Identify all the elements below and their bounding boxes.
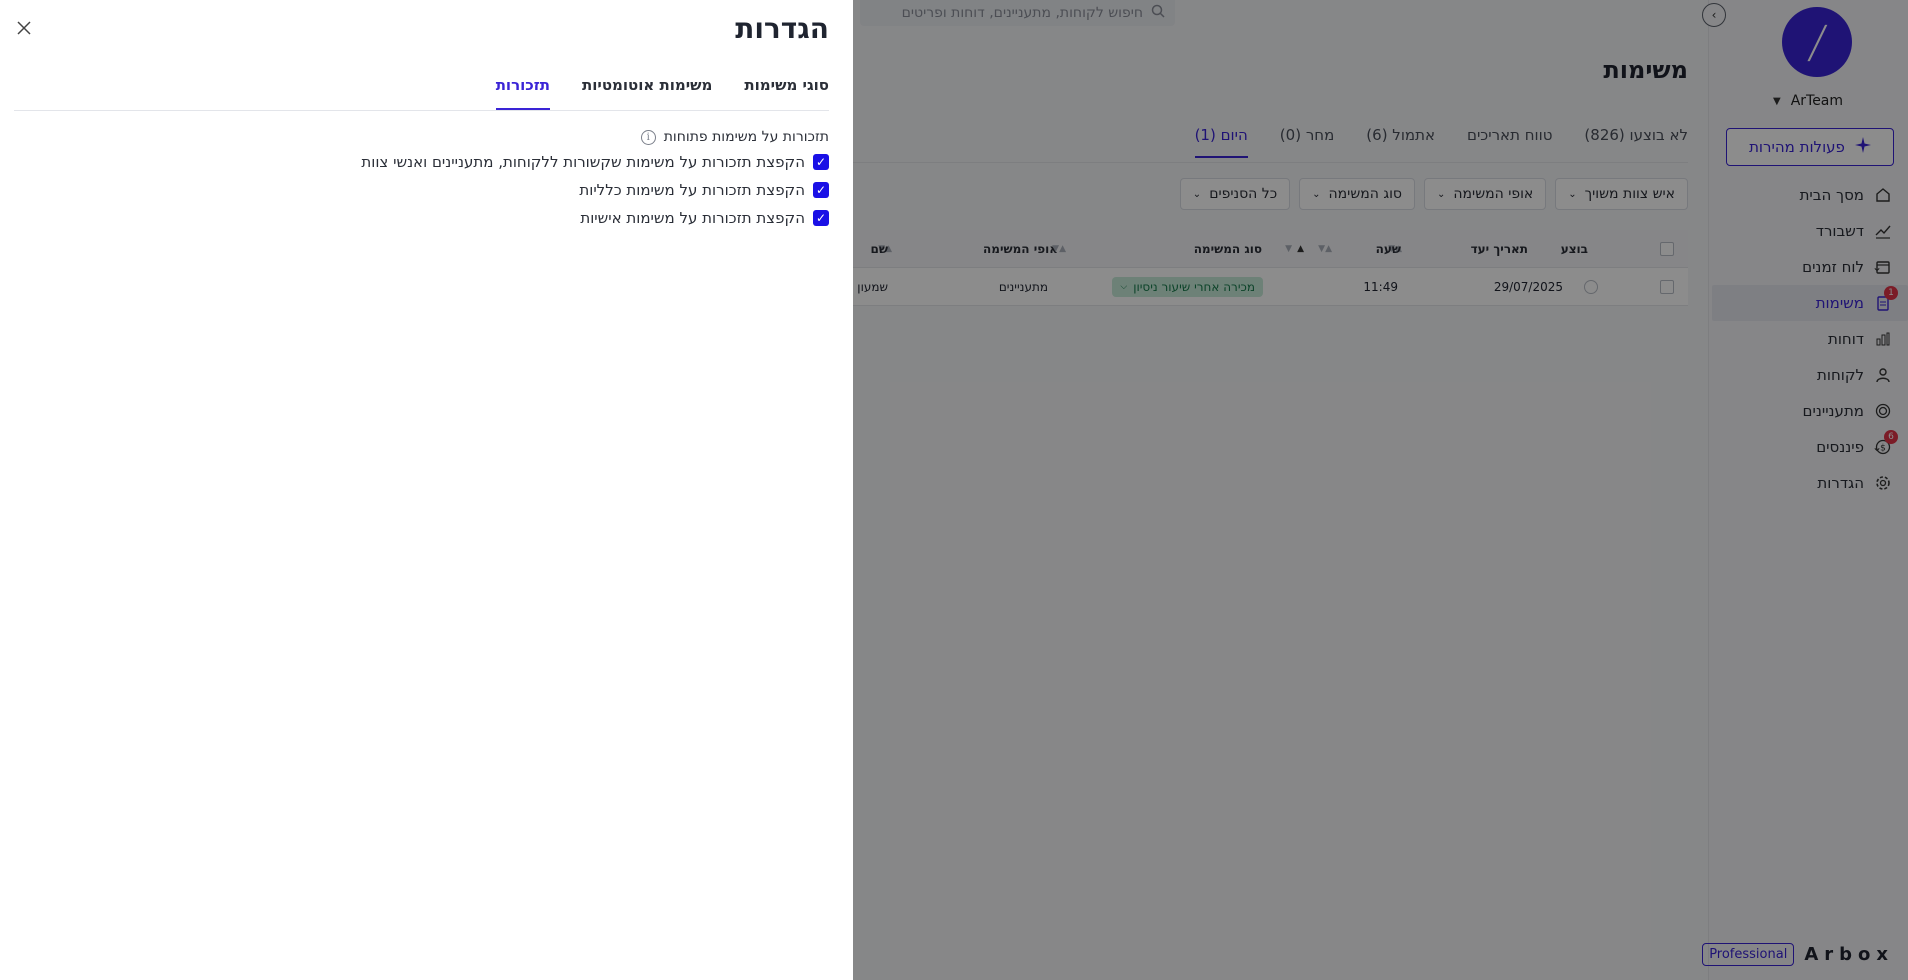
reminder-option-1[interactable]: ✓ הקפצת תזכורות על משימות כלליות [579,181,829,199]
settings-tab-1[interactable]: משימות אוטומטיות [582,76,712,110]
checkbox-checked[interactable]: ✓ [813,182,829,198]
settings-tab-2[interactable]: תזכורות [495,76,551,110]
close-icon [17,21,31,35]
section-title: תזכורות על משימות פתוחות [663,129,829,145]
option-label: הקפצת תזכורות על משימות אישיות [580,209,805,227]
close-button[interactable] [14,18,34,38]
reminders-section-header: תזכורות על משימות פתוחות i [640,129,829,145]
reminder-option-2[interactable]: ✓ הקפצת תזכורות על משימות אישיות [580,209,829,227]
drawer-title: הגדרות [735,12,829,45]
checkbox-checked[interactable]: ✓ [813,210,829,226]
settings-tabs: סוגי משימות משימות אוטומטיות תזכורות [495,76,829,110]
settings-tab-0[interactable]: סוגי משימות [744,76,829,110]
reminder-option-0[interactable]: ✓ הקפצת תזכורות על משימות שקשורות ללקוחות… [361,153,829,171]
tabs-divider [14,110,829,111]
checkbox-checked[interactable]: ✓ [813,154,829,170]
info-icon[interactable]: i [640,129,656,145]
settings-drawer: הגדרות סוגי משימות משימות אוטומטיות תזכורו… [0,0,853,980]
option-label: הקפצת תזכורות על משימות כלליות [579,181,805,199]
option-label: הקפצת תזכורות על משימות שקשורות ללקוחות,… [361,153,805,171]
